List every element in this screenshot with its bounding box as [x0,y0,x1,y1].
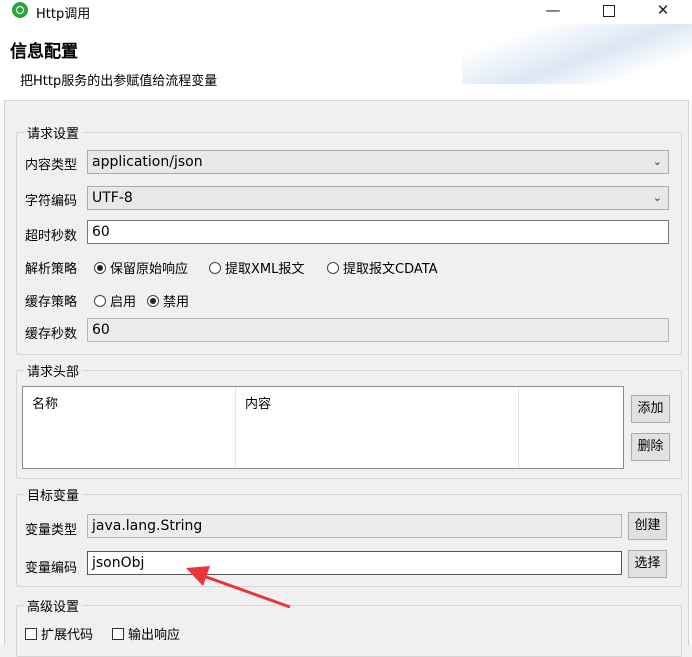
annotation-arrow [186,566,291,609]
annotation-arrow-head [186,566,210,586]
annotation-arrow-shaft [197,572,291,609]
